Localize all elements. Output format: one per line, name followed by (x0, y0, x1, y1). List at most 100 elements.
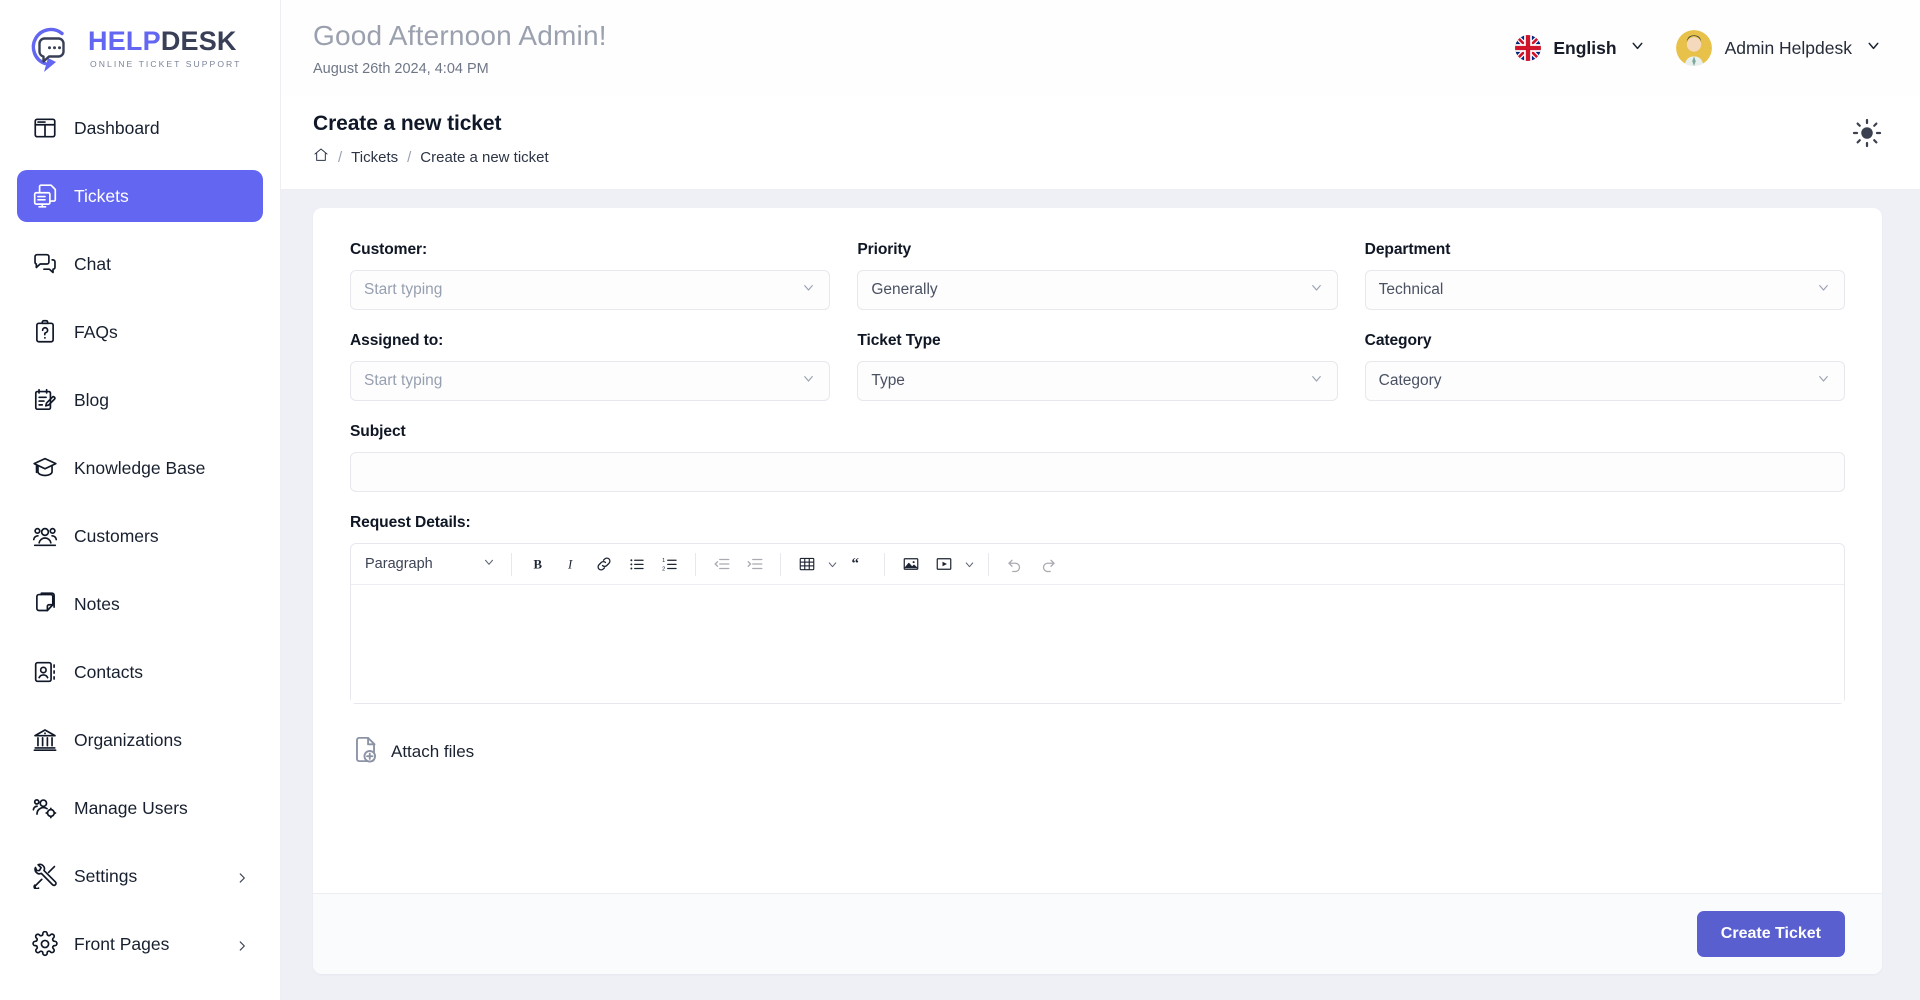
chevron-down-icon (1309, 371, 1324, 391)
svg-text:I: I (567, 558, 573, 572)
sidebar-item-contacts[interactable]: Contacts (17, 646, 263, 698)
table-dropdown-chevron-down-icon[interactable] (823, 550, 842, 579)
customer-label: Customer: (350, 241, 428, 258)
category-select[interactable]: Category (1364, 361, 1845, 401)
assigned-to-value: Start typing (364, 372, 443, 389)
numbered-list-icon[interactable]: 1 2 (654, 550, 685, 579)
brand-name-desk: DESK (160, 25, 237, 56)
sidebar-item-knowledge-base[interactable]: Knowledge Base (17, 442, 263, 494)
sidebar-item-label: Manage Users (74, 797, 188, 818)
media-icon[interactable] (928, 550, 959, 579)
sidebar-item-settings[interactable]: Settings (17, 850, 263, 902)
bullet-list-icon[interactable] (621, 550, 652, 579)
redo-icon[interactable] (1032, 550, 1063, 579)
home-icon[interactable] (313, 147, 329, 167)
blockquote-icon[interactable]: “ (843, 550, 874, 579)
sidebar-item-notes[interactable]: Notes (17, 578, 263, 630)
sidebar-item-label: Organizations (74, 729, 182, 750)
attach-files-button[interactable]: Attach files (350, 734, 474, 770)
department-select[interactable]: Technical (1364, 270, 1845, 310)
field-assigned-to: Assigned to: Start typing (350, 332, 831, 401)
sidebar-item-label: Customers (74, 525, 159, 546)
brand-logo[interactable]: HELPDESK ONLINE TICKET SUPPORT (0, 0, 280, 96)
priority-select[interactable]: Generally (857, 270, 1338, 310)
blog-icon (31, 387, 58, 414)
toolbar-divider (695, 552, 696, 576)
editor-content-area[interactable] (351, 585, 1844, 703)
sidebar-item-label: Contacts (74, 661, 144, 682)
chevron-right-icon[interactable] (235, 869, 249, 883)
link-icon[interactable] (588, 550, 619, 579)
top-bar-actions: English Admin Helpdesk (1515, 30, 1882, 66)
ticket-type-select[interactable]: Type (857, 361, 1338, 401)
language-selector[interactable]: English (1515, 35, 1645, 61)
breadcrumb: / Tickets / Create a new ticket (313, 147, 549, 167)
create-ticket-button[interactable]: Create Ticket (1696, 911, 1845, 957)
indent-icon[interactable] (739, 550, 770, 579)
sidebar-item-manage-users[interactable]: Manage Users (17, 782, 263, 834)
outdent-icon[interactable] (706, 550, 737, 579)
card-footer: Create Ticket (313, 893, 1882, 974)
uk-flag-icon (1515, 35, 1542, 61)
content-area: Customer: Start typing Priority Generally De… (281, 190, 1920, 1000)
field-subject: Subject (350, 423, 1845, 492)
field-ticket-type: Ticket Type Type (857, 332, 1338, 401)
chevron-down-icon (801, 280, 816, 300)
chevron-down-icon (1816, 371, 1831, 391)
assigned-to-select[interactable]: Start typing (350, 361, 831, 401)
sidebar-item-blog[interactable]: Blog (17, 374, 263, 426)
toolbar-divider (988, 552, 989, 576)
editor-toolbar: Paragraph B I 1 2 “ (351, 544, 1844, 585)
brand-tagline: ONLINE TICKET SUPPORT (90, 58, 242, 69)
sidebar-item-tickets[interactable]: Tickets (17, 170, 263, 222)
language-label: English (1553, 37, 1617, 58)
subject-input[interactable] (350, 452, 1845, 492)
current-datetime: August 26th 2024, 4:04 PM (313, 60, 489, 77)
sidebar-item-organizations[interactable]: Organizations (17, 714, 263, 766)
field-department: Department Technical (1364, 241, 1845, 310)
sidebar-item-chat[interactable]: Chat (17, 238, 263, 290)
department-value: Technical (1378, 281, 1444, 298)
create-ticket-form: Customer: Start typing Priority Generally De… (313, 208, 1882, 865)
top-bar: Good Afternoon Admin! August 26th 2024, … (281, 0, 1920, 96)
notes-icon (31, 591, 58, 618)
file-add-icon (350, 734, 381, 770)
tickets-icon (31, 183, 58, 210)
undo-icon[interactable] (999, 550, 1030, 579)
chevron-down-icon[interactable] (1629, 37, 1646, 59)
create-ticket-card: Customer: Start typing Priority Generally De… (313, 208, 1882, 974)
sidebar-item-customers[interactable]: Customers (17, 510, 263, 562)
sidebar-item-faqs[interactable]: FAQs (17, 306, 263, 358)
greeting-text: Good Afternoon Admin! (313, 19, 607, 51)
ticket-type-value: Type (871, 372, 905, 389)
sidebar-item-front-pages[interactable]: Front Pages (17, 918, 263, 970)
customer-value: Start typing (364, 281, 443, 298)
italic-icon[interactable]: I (555, 550, 586, 579)
customer-select[interactable]: Start typing (350, 270, 831, 310)
sidebar-item-dashboard[interactable]: Dashboard (17, 102, 263, 154)
svg-text:B: B (533, 558, 542, 572)
breadcrumb-item-tickets[interactable]: Tickets (351, 149, 398, 166)
media-dropdown-chevron-down-icon[interactable] (960, 550, 979, 579)
bold-icon[interactable]: B (522, 550, 553, 579)
sidebar-nav: Dashboard Tickets Chat FAQs Blog Knowledge Ba… (0, 96, 280, 1000)
department-label: Department (1364, 241, 1451, 258)
toolbar-divider (884, 552, 885, 576)
block-format-value: Paragraph (365, 556, 433, 572)
sidebar-item-label: Notes (74, 593, 120, 614)
user-menu[interactable]: Admin Helpdesk (1675, 30, 1882, 66)
request-details-label: Request Details: (350, 514, 471, 531)
chevron-down-icon[interactable] (1865, 37, 1882, 59)
rich-text-editor: Paragraph B I 1 2 “ (350, 543, 1845, 704)
priority-label: Priority (857, 241, 912, 258)
block-format-select[interactable]: Paragraph (358, 550, 502, 579)
svg-text:“: “ (851, 556, 859, 572)
table-icon[interactable] (791, 550, 822, 579)
ticket-type-label: Ticket Type (857, 332, 941, 349)
chevron-down-icon (1309, 280, 1324, 300)
image-icon[interactable] (895, 550, 926, 579)
chevron-right-icon[interactable] (235, 937, 249, 951)
chevron-down-icon (801, 371, 816, 391)
sidebar-item-label: Settings (74, 865, 138, 886)
sun-icon[interactable] (1852, 118, 1882, 153)
